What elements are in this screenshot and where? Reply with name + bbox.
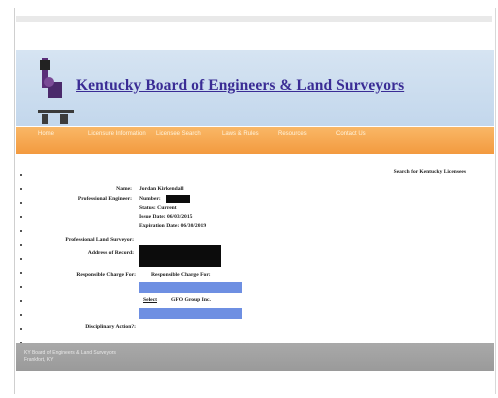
main-nav: Home Licensure Information Licensee Sear… bbox=[16, 127, 494, 154]
license-number-label: Number: bbox=[139, 196, 161, 202]
responsible-charge-label: Responsible Charge For: bbox=[76, 272, 136, 278]
firm-name: GFO Group Inc. bbox=[171, 297, 211, 303]
nav-item-contact[interactable]: Contact Us bbox=[336, 130, 366, 138]
search-licensees-link[interactable]: Search for Kentucky Licensees bbox=[394, 169, 466, 175]
footer-line-1: KY Board of Engineers & Land Surveyors bbox=[24, 350, 116, 356]
responsible-charge-header-bar bbox=[139, 282, 242, 293]
left-margin-dots bbox=[20, 174, 22, 344]
top-bar bbox=[16, 16, 492, 22]
expiration-date: Expiration Date: 06/30/2019 bbox=[139, 223, 207, 229]
name-label: Name: bbox=[116, 186, 132, 192]
nav-item-licensee-search[interactable]: Licensee Search bbox=[156, 130, 201, 138]
footer-text: KY Board of Engineers & Land Surveyors F… bbox=[24, 350, 116, 364]
responsible-charge-header: Responsible Charge For: bbox=[151, 272, 211, 278]
nav-item-laws[interactable]: Laws & Rules bbox=[222, 130, 259, 138]
site-title-link[interactable]: Kentucky Board of Engineers & Land Surve… bbox=[76, 77, 404, 95]
footer-line-2: Frankfort, KY bbox=[24, 357, 54, 363]
redacted-license-number bbox=[166, 195, 190, 203]
professional-land-surveyor-label: Professional Land Surveyor: bbox=[65, 237, 134, 243]
select-firm-link[interactable]: Select bbox=[143, 297, 157, 303]
professional-engineer-label: Professional Engineer: bbox=[77, 196, 132, 202]
nav-item-resources[interactable]: Resources bbox=[278, 130, 307, 138]
license-status: Status: Current bbox=[139, 205, 177, 211]
name-value: Jordan Kirkendall bbox=[139, 186, 184, 192]
nav-item-licensure[interactable]: Licensure Information bbox=[88, 130, 146, 138]
nav-item-home[interactable]: Home bbox=[38, 130, 54, 138]
disciplinary-action-label: Disciplinary Action?: bbox=[85, 324, 136, 330]
board-logo-icon bbox=[38, 58, 74, 124]
responsible-charge-footer-bar bbox=[139, 308, 242, 319]
address-of-record-label: Address of Record: bbox=[87, 250, 134, 256]
issue-date: Issue Date: 06/03/2015 bbox=[139, 214, 193, 220]
redacted-address bbox=[139, 245, 221, 267]
